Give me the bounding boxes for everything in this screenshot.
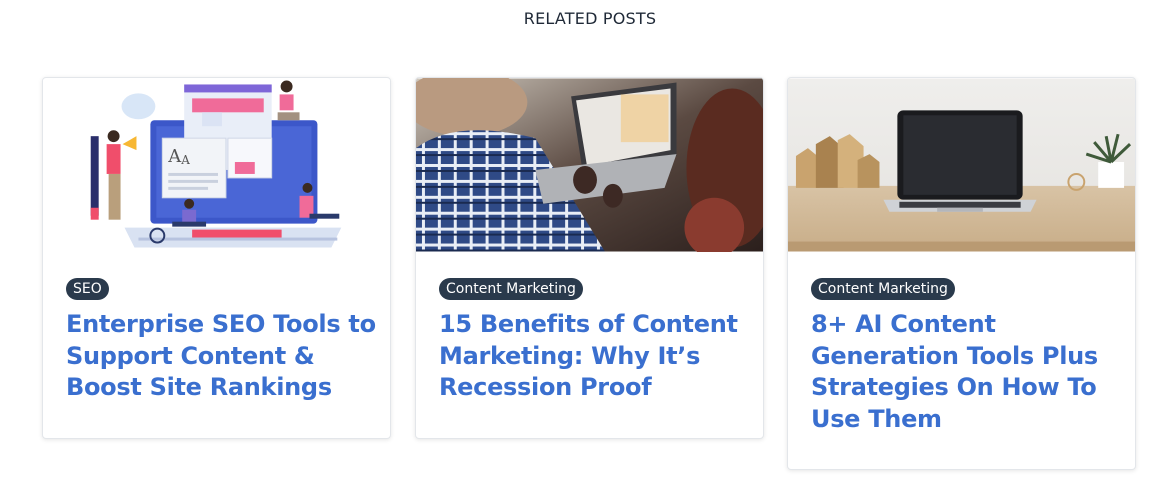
category-badge[interactable]: Content Marketing xyxy=(811,278,955,300)
post-title-link[interactable]: Enterprise SEO Tools to Support Content … xyxy=(66,309,376,404)
post-card[interactable]: Content Marketing 8+ AI Content Generati… xyxy=(787,77,1136,470)
category-badge[interactable]: Content Marketing xyxy=(439,278,583,300)
post-card[interactable]: A A SEO Enterprise SEO Tools to Support xyxy=(42,77,391,439)
post-thumbnail-people-laptop-photo[interactable] xyxy=(416,78,763,252)
related-posts-heading: RELATED POSTS xyxy=(523,9,657,28)
post-title-link[interactable]: 15 Benefits of Content Marketing: Why It… xyxy=(439,309,749,404)
svg-text:A: A xyxy=(180,153,190,167)
svg-text:A: A xyxy=(167,146,182,167)
post-title-link[interactable]: 8+ AI Content Generation Tools Plus Stra… xyxy=(811,309,1121,435)
post-thumbnail-laptop-desk-photo[interactable] xyxy=(788,78,1135,252)
post-thumbnail-seo-illustration[interactable]: A A xyxy=(43,78,390,252)
category-badge[interactable]: SEO xyxy=(66,278,109,300)
post-card[interactable]: Content Marketing 15 Benefits of Content… xyxy=(415,77,764,439)
